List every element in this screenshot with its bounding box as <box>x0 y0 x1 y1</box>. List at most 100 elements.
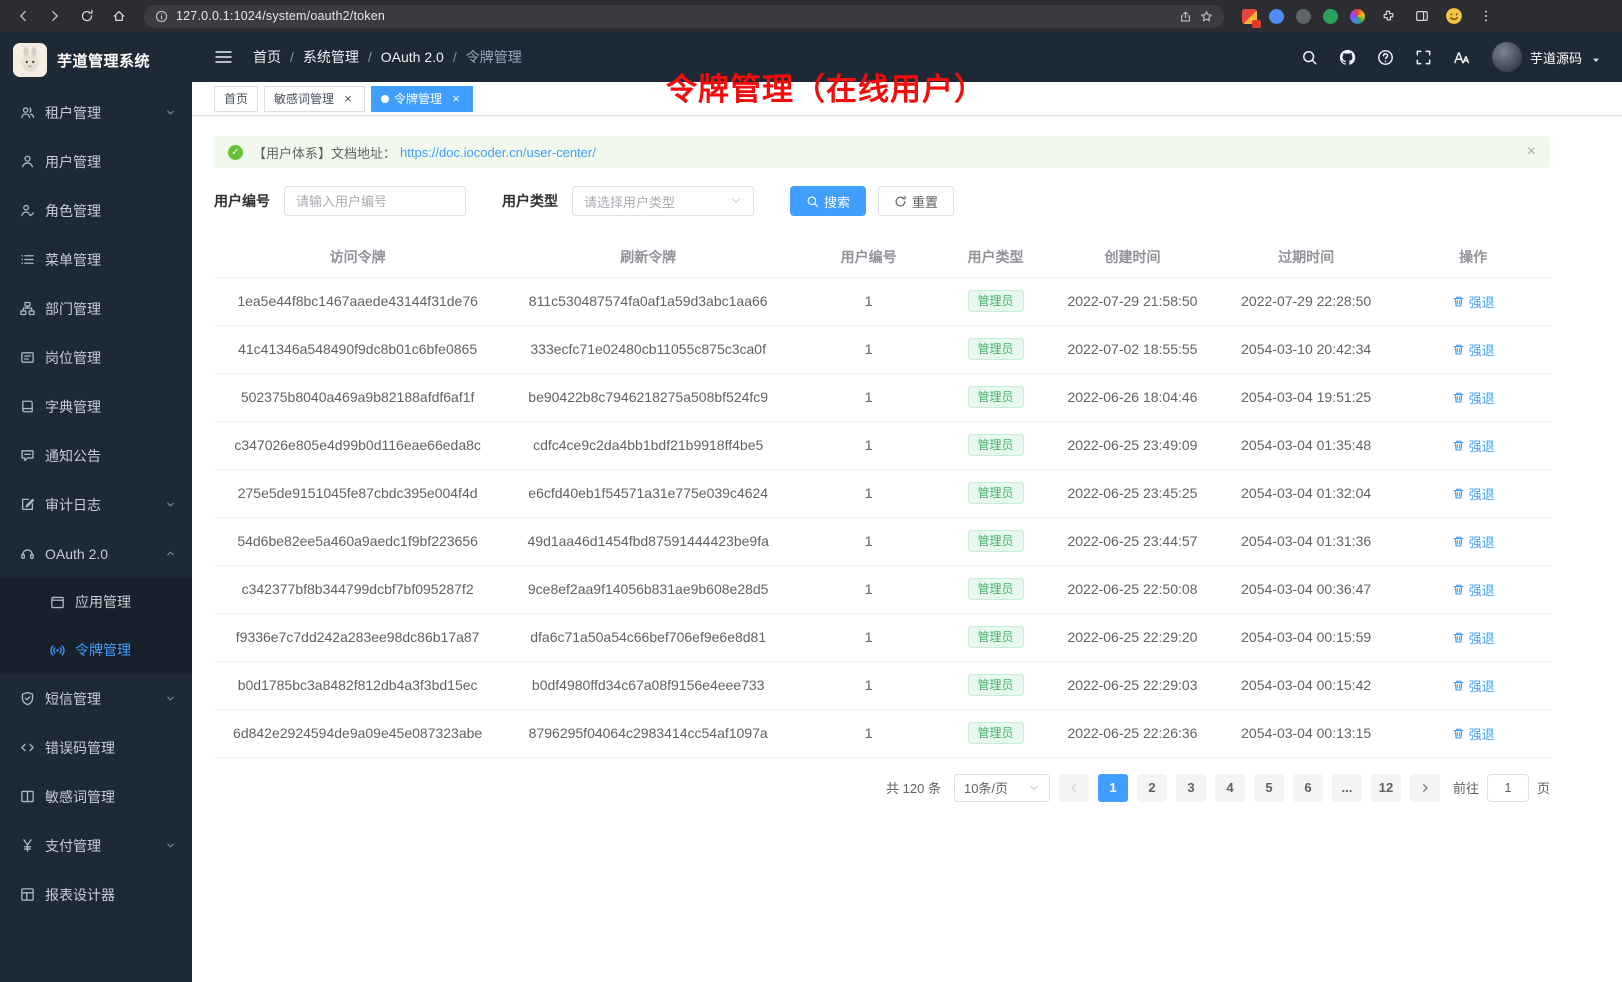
breadcrumb-item[interactable]: 系统管理 <box>303 47 359 67</box>
sidebar-item-dict[interactable]: 字典管理 <box>0 382 192 431</box>
reload-icon[interactable] <box>76 5 98 27</box>
table-row: c347026e805e4d99b0d116eae66eda8ccdfc4ce9… <box>214 421 1550 469</box>
page-6-button[interactable]: 6 <box>1293 774 1323 802</box>
app-logo[interactable]: 芋道管理系统 <box>0 32 192 88</box>
browser-extensions <box>1242 5 1497 27</box>
extension-pixel-icon[interactable] <box>1242 9 1257 24</box>
menu-audit-log-icon <box>20 497 35 512</box>
table-row: c342377bf8b344799dcbf7bf095287f29ce8ef2a… <box>214 565 1550 613</box>
extension-green-icon[interactable] <box>1323 9 1338 24</box>
force-logout-button[interactable]: 强退 <box>1452 292 1495 311</box>
sidebar-item-sms[interactable]: 短信管理 <box>0 674 192 723</box>
more-menu-icon[interactable] <box>1475 5 1497 27</box>
extension-dark-icon[interactable] <box>1296 9 1311 24</box>
user-type-tag: 管理员 <box>968 290 1024 312</box>
page-2-button[interactable]: 2 <box>1137 774 1167 802</box>
tab-sensitive-word[interactable]: 敏感词管理× <box>264 86 365 112</box>
url-bar[interactable]: 127.0.0.1:1024/system/oauth2/token <box>144 5 1224 28</box>
refresh-token-cell: 9ce8ef2aa9f14056b831ae9b608e28d5 <box>501 565 795 613</box>
extension-blue-icon[interactable] <box>1269 9 1284 24</box>
trash-icon <box>1452 727 1465 740</box>
extension-color-icon[interactable] <box>1350 9 1365 24</box>
sidebar-item-audit-log[interactable]: 审计日志 <box>0 480 192 529</box>
help-icon[interactable] <box>1377 49 1394 66</box>
breadcrumb-item[interactable]: OAuth 2.0 <box>381 49 444 65</box>
sidebar-item-dept[interactable]: 部门管理 <box>0 284 192 333</box>
home-icon[interactable] <box>108 5 130 27</box>
page-1-button[interactable]: 1 <box>1098 774 1128 802</box>
sidebar-panel-icon[interactable] <box>1411 5 1433 27</box>
sidebar-item-pay[interactable]: 支付管理 <box>0 821 192 870</box>
hamburger-icon[interactable] <box>214 49 233 65</box>
force-logout-button[interactable]: 强退 <box>1452 724 1495 743</box>
site-info-icon[interactable] <box>155 10 168 23</box>
tab-close-icon[interactable]: × <box>449 92 463 106</box>
force-logout-button[interactable]: 强退 <box>1452 676 1495 695</box>
sidebar-item-app[interactable]: 应用管理 <box>0 578 192 626</box>
profile-avatar-icon[interactable] <box>1445 7 1463 25</box>
tab-close-icon[interactable]: × <box>341 92 355 106</box>
breadcrumb-item[interactable]: 首页 <box>253 47 281 67</box>
next-page-button[interactable] <box>1410 774 1440 802</box>
sidebar-item-label: 短信管理 <box>45 689 155 709</box>
force-logout-button[interactable]: 强退 <box>1452 436 1495 455</box>
sidebar-item-error-code[interactable]: 错误码管理 <box>0 723 192 772</box>
page-5-button[interactable]: 5 <box>1254 774 1284 802</box>
sidebar-item-post[interactable]: 岗位管理 <box>0 333 192 382</box>
sidebar-item-report[interactable]: 报表设计器 <box>0 870 192 919</box>
sidebar-item-menu[interactable]: 菜单管理 <box>0 235 192 284</box>
back-icon[interactable] <box>12 5 34 27</box>
user-id-input[interactable] <box>284 186 466 216</box>
goto-page-input[interactable] <box>1487 774 1529 802</box>
refresh-icon <box>894 195 907 208</box>
puzzle-icon[interactable] <box>1377 5 1399 27</box>
force-logout-label: 强退 <box>1469 292 1495 311</box>
sidebar-item-user[interactable]: 用户管理 <box>0 137 192 186</box>
tab-token[interactable]: 令牌管理× <box>371 86 473 112</box>
force-logout-button[interactable]: 强退 <box>1452 628 1495 647</box>
font-size-icon[interactable] <box>1453 49 1470 66</box>
page-4-button[interactable]: 4 <box>1215 774 1245 802</box>
column-header: 操作 <box>1396 238 1550 277</box>
doc-link[interactable]: https://doc.iocoder.cn/user-center/ <box>400 145 596 160</box>
sidebar-item-label: 用户管理 <box>45 152 176 172</box>
search-button[interactable]: 搜索 <box>790 186 866 216</box>
sidebar-item-notice[interactable]: 通知公告 <box>0 431 192 480</box>
sidebar-item-token[interactable]: 令牌管理 <box>0 626 192 674</box>
expires-at-cell: 2054-03-04 01:35:48 <box>1216 421 1396 469</box>
fullscreen-icon[interactable] <box>1415 49 1432 66</box>
page-3-button[interactable]: 3 <box>1176 774 1206 802</box>
alert-close-icon[interactable]: × <box>1527 144 1536 160</box>
sidebar-item-label: 应用管理 <box>75 592 176 612</box>
created-at-cell: 2022-07-02 18:55:55 <box>1049 325 1216 373</box>
force-logout-button[interactable]: 强退 <box>1452 340 1495 359</box>
tab-home[interactable]: 首页 <box>214 86 258 112</box>
reset-button[interactable]: 重置 <box>878 186 954 216</box>
pagination-more-icon[interactable]: ... <box>1332 774 1362 802</box>
github-icon[interactable] <box>1339 49 1356 66</box>
sidebar-item-label: 字典管理 <box>45 397 176 417</box>
sidebar-item-role[interactable]: 角色管理 <box>0 186 192 235</box>
user-dropdown[interactable]: 芋道源码 <box>1492 42 1602 72</box>
force-logout-button[interactable]: 强退 <box>1452 484 1495 503</box>
action-cell: 强退 <box>1396 709 1550 757</box>
access-token-cell: c342377bf8b344799dcbf7bf095287f2 <box>214 565 501 613</box>
force-logout-button[interactable]: 强退 <box>1452 532 1495 551</box>
refresh-token-cell: cdfc4ce9c2da4bb1bdf21b9918ff4be5 <box>501 421 795 469</box>
sidebar-item-tenant[interactable]: 租户管理 <box>0 88 192 137</box>
sidebar-item-sensitive-word[interactable]: 敏感词管理 <box>0 772 192 821</box>
forward-icon[interactable] <box>44 5 66 27</box>
share-icon[interactable] <box>1179 10 1192 23</box>
sidebar-item-oauth2[interactable]: OAuth 2.0 <box>0 529 192 578</box>
force-logout-button[interactable]: 强退 <box>1452 388 1495 407</box>
page-12-button[interactable]: 12 <box>1371 774 1401 802</box>
user-type-select[interactable]: 请选择用户类型 <box>572 186 754 216</box>
user-type-select-value: 请选择用户类型 <box>584 192 675 211</box>
search-icon[interactable] <box>1301 49 1318 66</box>
created-at-cell: 2022-06-25 22:29:20 <box>1049 613 1216 661</box>
bookmark-star-icon[interactable] <box>1200 10 1213 23</box>
prev-page-button[interactable] <box>1059 774 1089 802</box>
page-size-select[interactable]: 10条/页 <box>954 774 1050 802</box>
force-logout-button[interactable]: 强退 <box>1452 580 1495 599</box>
access-token-cell: 6d842e2924594de9a09e45e087323abe <box>214 709 501 757</box>
